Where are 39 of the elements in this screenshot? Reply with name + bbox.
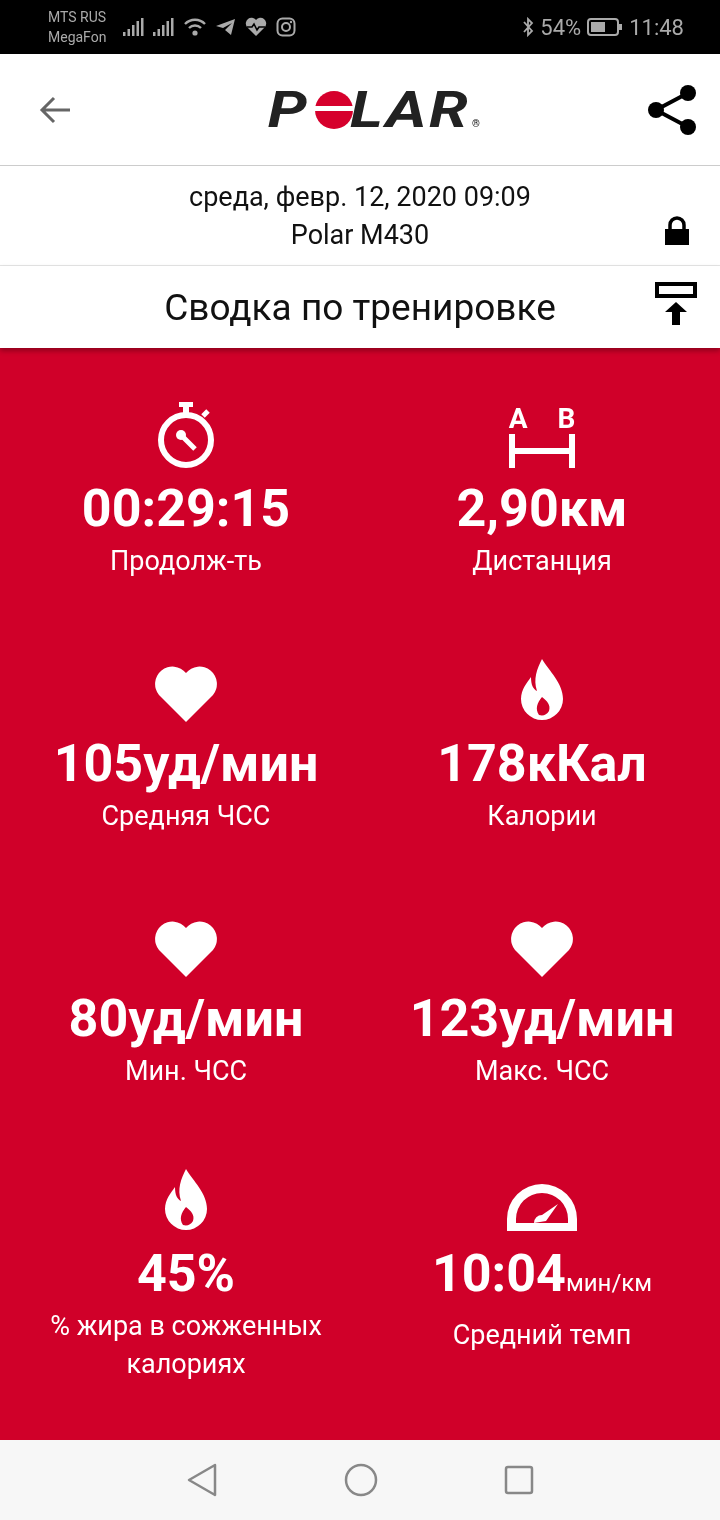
metric-label: Средняя ЧСС: [100, 799, 272, 834]
back-icon[interactable]: [186, 1463, 218, 1497]
telegram-icon: [216, 18, 237, 36]
back-arrow-icon[interactable]: [38, 94, 72, 125]
metric-value: 45%: [136, 1242, 236, 1306]
section-title: Сводка по тренировке: [163, 285, 557, 329]
session-date: среда, февр. 12, 2020 09:09: [189, 180, 531, 213]
heart-pulse-icon: [245, 17, 268, 37]
metric-value: 80уд/мин: [68, 987, 304, 1051]
wifi-icon: [183, 17, 208, 37]
metric-value: 10:04мин/км: [431, 1242, 653, 1306]
logo: P LAR®: [267, 80, 482, 139]
metric-value: 105уд/мин: [53, 732, 319, 796]
metric-label: Макс. ЧСС: [473, 1054, 611, 1089]
metric-label: Продолж-ть: [109, 544, 263, 579]
metric-value: 2,90км: [456, 477, 628, 541]
metric-label: Средний темп: [451, 1318, 633, 1353]
signal-icon: [153, 18, 175, 36]
bluetooth-icon: [522, 17, 535, 37]
recents-icon[interactable]: [504, 1465, 534, 1495]
clock-time: 11:48: [629, 14, 684, 40]
metric-value: 00:29:15: [81, 477, 291, 541]
metric-label: Дистанция: [471, 544, 613, 579]
metric-value: 123уд/мин: [409, 987, 675, 1051]
device-name: Polar M430: [290, 218, 430, 251]
metric-value: 178кКал: [437, 732, 647, 796]
upload-icon[interactable]: [655, 282, 697, 326]
camera-icon: [276, 17, 297, 37]
metric-label: Мин. ЧСС: [123, 1054, 249, 1089]
carrier-name: MTS RUS: [48, 8, 107, 27]
metric-label: Калории: [486, 799, 598, 834]
carrier-name: MegaFon: [48, 28, 107, 47]
share-icon[interactable]: [646, 83, 698, 136]
battery-icon: [587, 18, 624, 36]
home-icon[interactable]: [344, 1463, 378, 1497]
metric-label: % жира в сожженных калориях: [49, 1309, 323, 1382]
lock-icon[interactable]: [664, 216, 690, 246]
signal-icon: [123, 18, 145, 36]
battery-percent: 54%: [540, 14, 582, 40]
